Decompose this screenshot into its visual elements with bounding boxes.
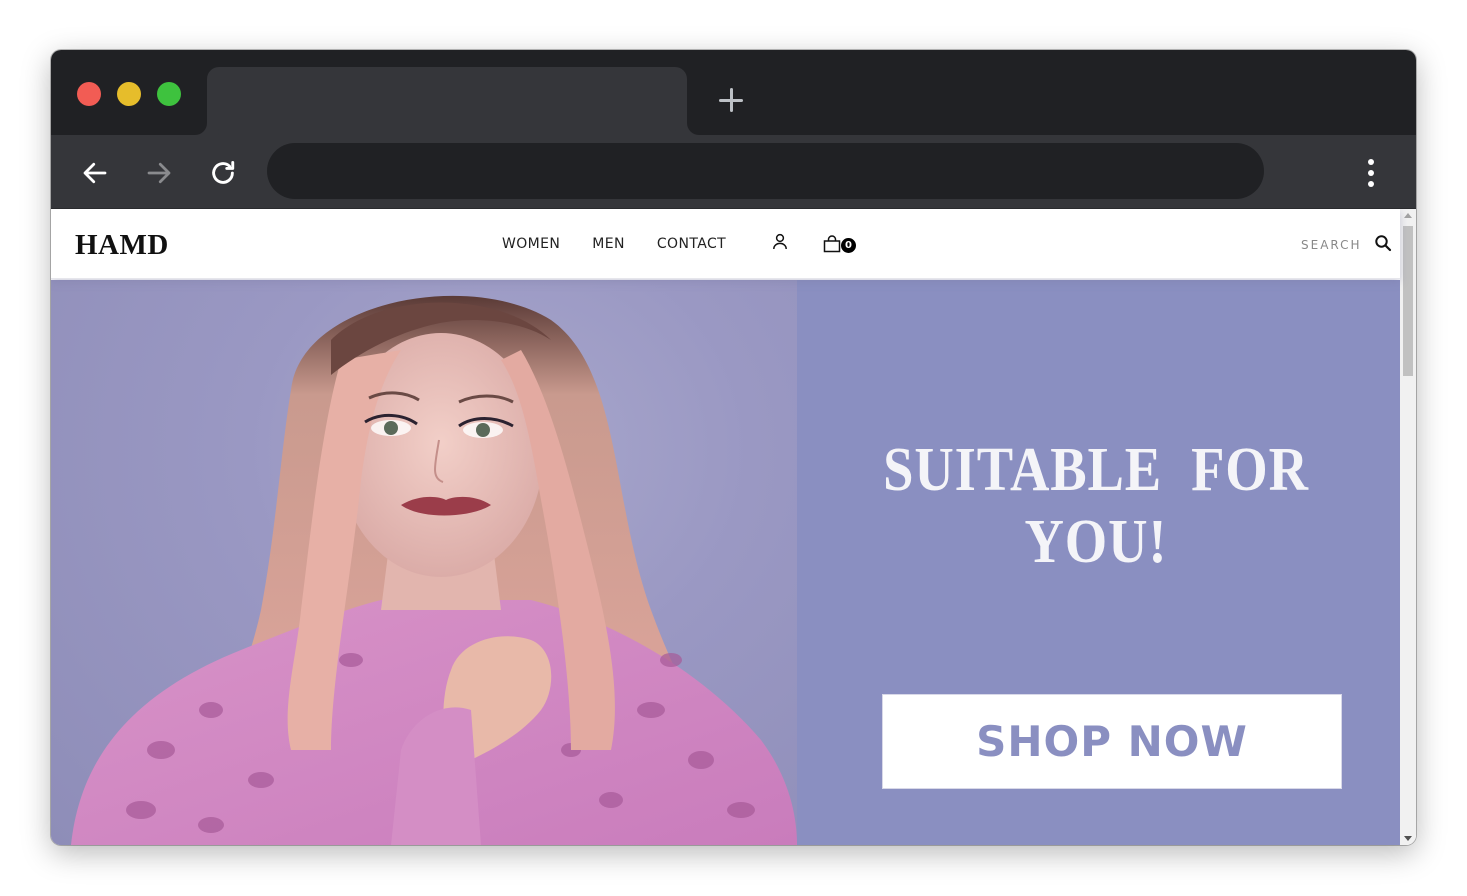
hero-model-image <box>51 280 797 845</box>
nav-link-men[interactable]: MEN <box>592 236 625 252</box>
cart-count-badge: 0 <box>841 238 856 253</box>
browser-toolbar <box>51 135 1416 209</box>
forward-button[interactable] <box>141 155 177 191</box>
site-logo[interactable]: HAMD <box>75 229 169 262</box>
hero-headline: SUITABLE FOR YOU! <box>872 434 1321 578</box>
hero-headline-line-1: SUITABLE FOR <box>883 436 1309 504</box>
shopping-bag-icon <box>823 235 841 253</box>
reload-button[interactable] <box>205 155 241 191</box>
site-header: HAMD WOMEN MEN CONTACT 0 SEARCH <box>51 209 1400 279</box>
browser-window: HAMD WOMEN MEN CONTACT 0 SEARCH SUITABLE… <box>51 50 1416 845</box>
address-bar[interactable] <box>267 143 1264 199</box>
browser-tab[interactable] <box>207 67 687 135</box>
search-icon[interactable] <box>1374 234 1392 252</box>
user-icon[interactable] <box>771 233 789 251</box>
arrow-left-icon <box>83 162 107 184</box>
plus-icon[interactable] <box>717 86 745 114</box>
maximize-window-button[interactable] <box>157 82 181 106</box>
shop-now-button[interactable]: SHOP NOW <box>882 694 1342 789</box>
arrow-right-icon <box>147 162 171 184</box>
scrollbar-thumb[interactable] <box>1403 226 1413 376</box>
hero-banner: SUITABLE FOR YOU! SHOP NOW <box>51 280 1400 845</box>
main-nav: WOMEN MEN CONTACT <box>502 236 726 252</box>
scroll-down-icon[interactable] <box>1404 836 1412 841</box>
shop-now-label: SHOP NOW <box>976 717 1248 766</box>
model-illustration <box>71 295 797 845</box>
minimize-window-button[interactable] <box>117 82 141 106</box>
cart-button[interactable]: 0 <box>823 235 859 255</box>
scroll-up-icon[interactable] <box>1404 213 1412 218</box>
nav-link-contact[interactable]: CONTACT <box>657 236 726 252</box>
close-window-button[interactable] <box>77 82 101 106</box>
title-bar <box>51 50 1416 135</box>
page-scrollbar[interactable] <box>1400 209 1416 845</box>
page-viewport: HAMD WOMEN MEN CONTACT 0 SEARCH SUITABLE… <box>51 209 1416 845</box>
nav-link-women[interactable]: WOMEN <box>502 236 560 252</box>
reload-icon <box>212 160 235 184</box>
kebab-menu-icon[interactable] <box>1357 155 1385 191</box>
search-input[interactable]: SEARCH <box>1301 238 1362 252</box>
back-button[interactable] <box>77 155 113 191</box>
hero-headline-line-2: YOU! <box>1024 508 1168 576</box>
